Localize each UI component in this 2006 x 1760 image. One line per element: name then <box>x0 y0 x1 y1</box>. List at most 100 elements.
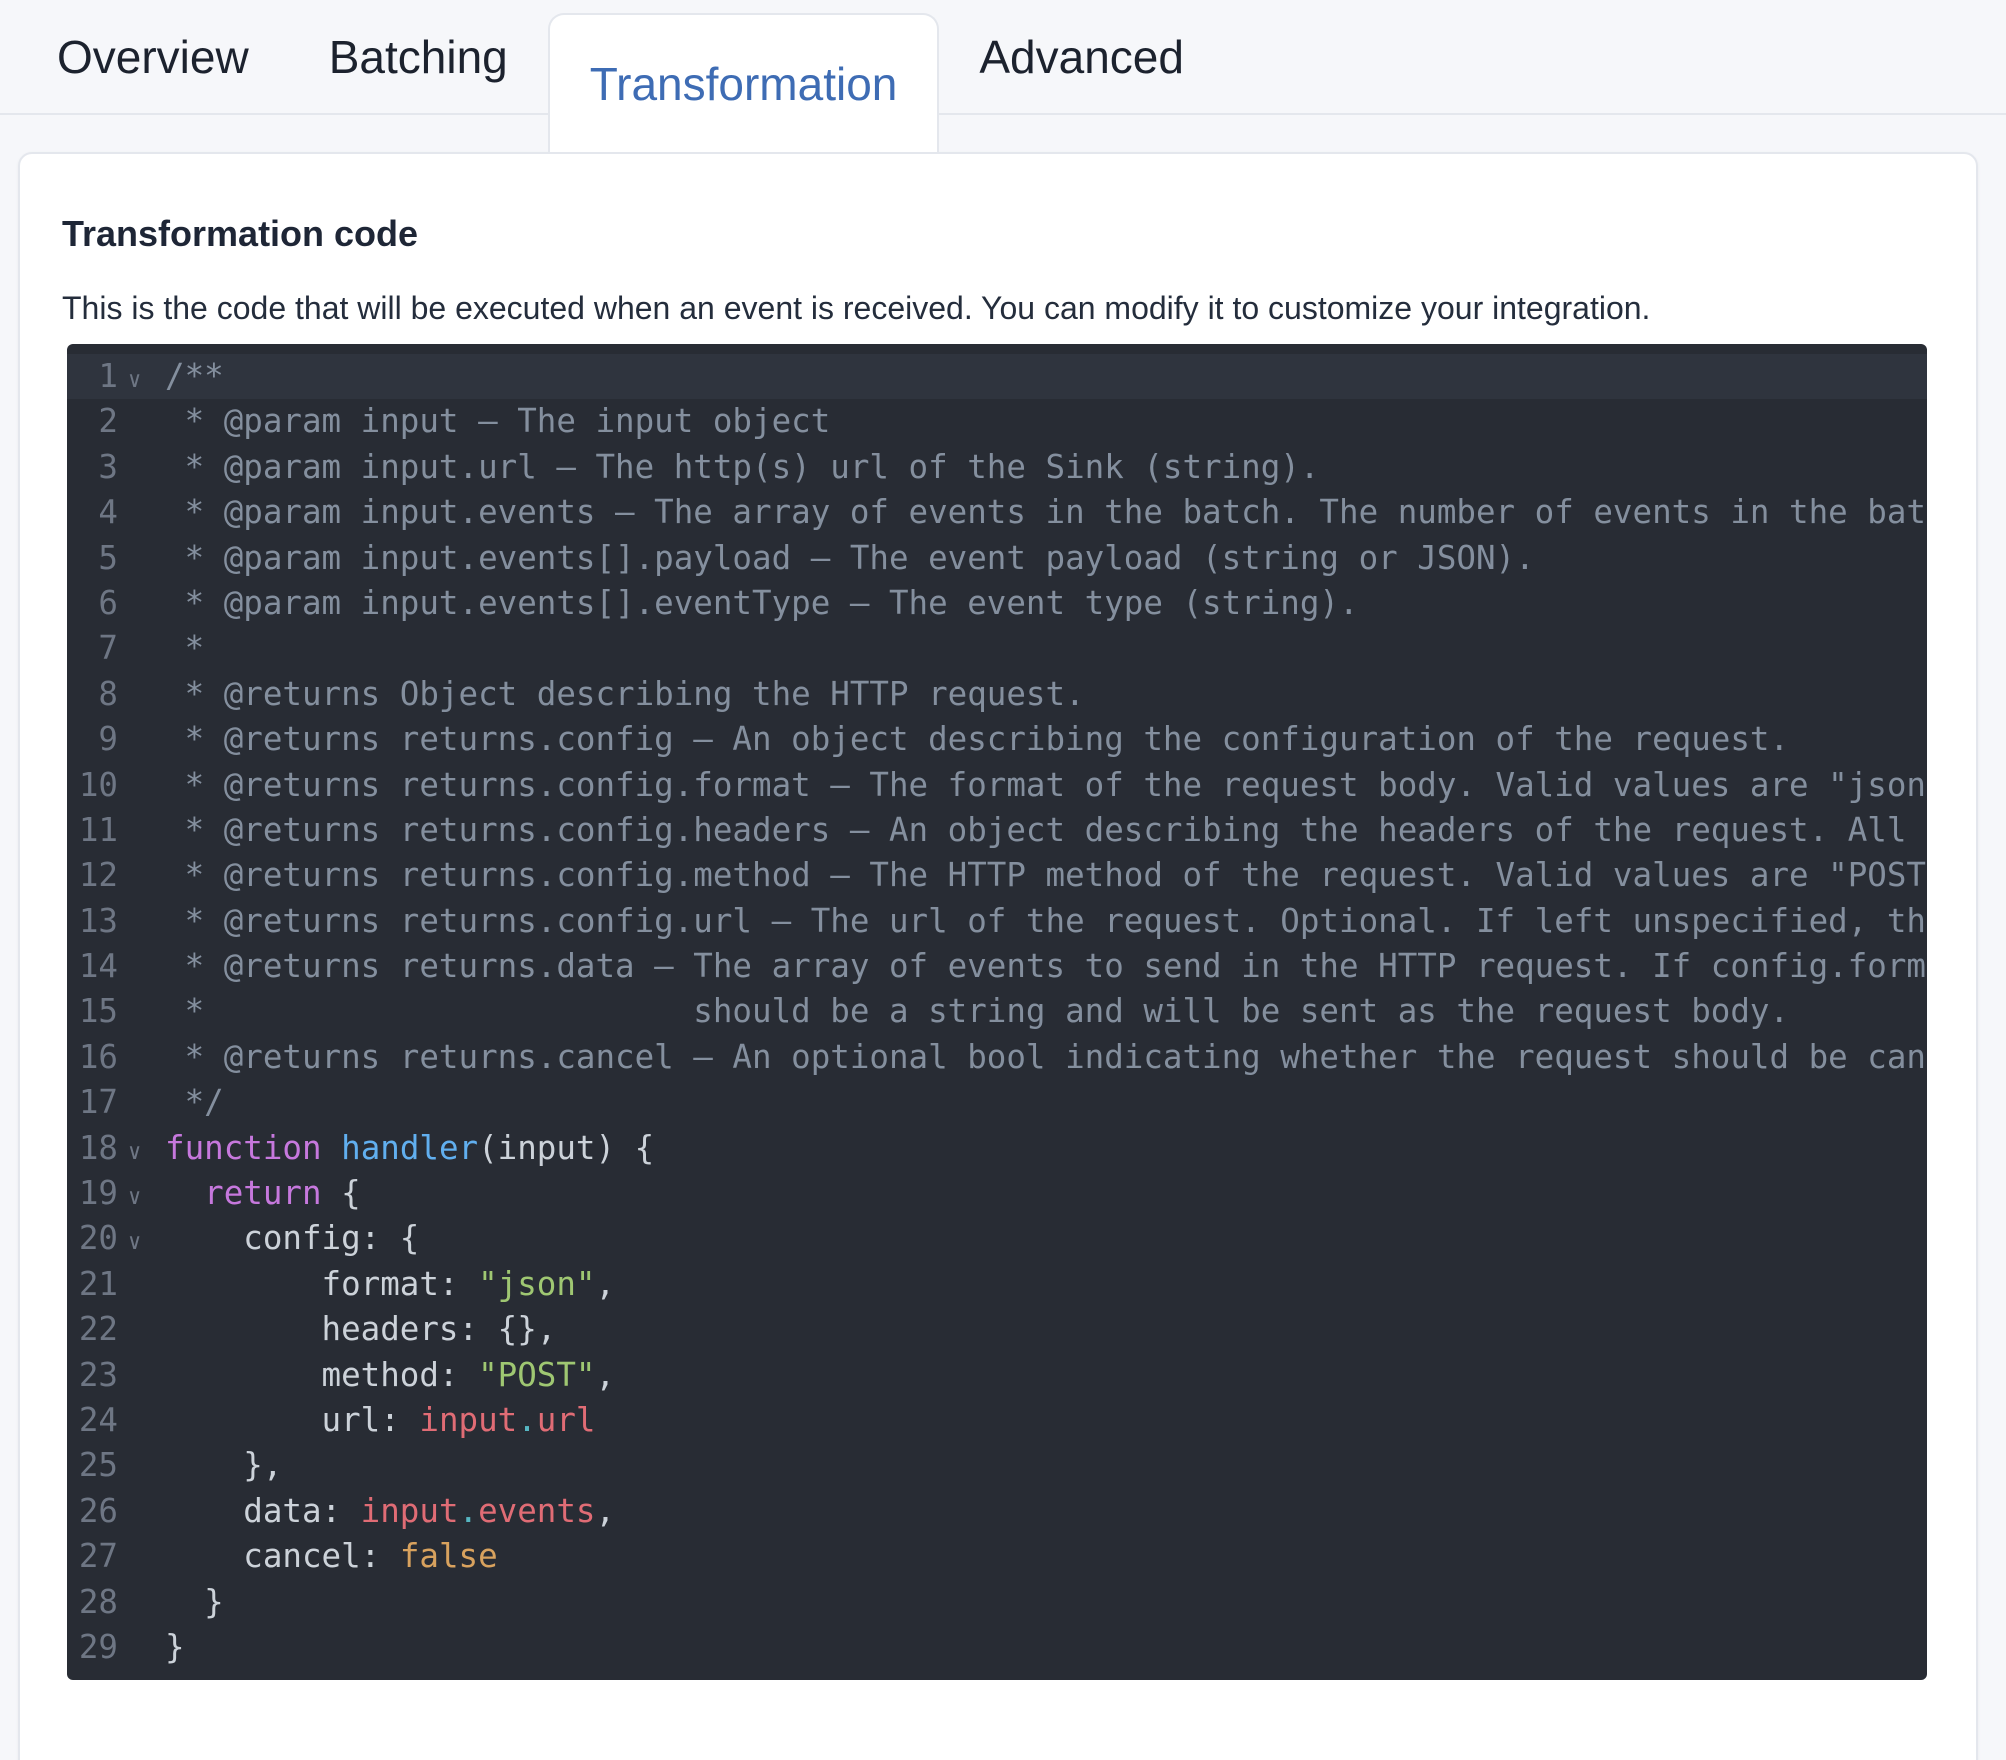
code-line[interactable]: 3 * @param input.url – The http(s) url o… <box>67 445 1927 490</box>
code-text: data: input.events, <box>165 1491 616 1530</box>
line-number: 25 <box>78 1446 118 1485</box>
line-number: 18 <box>78 1128 118 1167</box>
code-line[interactable]: 1 ∨/** <box>67 354 1927 400</box>
tab-batching[interactable]: Batching <box>289 30 548 84</box>
code-text: cancel: false <box>165 1537 498 1576</box>
line-number: 7 <box>98 629 118 668</box>
code-line[interactable]: 12 * @returns returns.config.method – Th… <box>67 853 1927 898</box>
code-line[interactable]: 21 format: "json", <box>67 1262 1927 1307</box>
code-text: */ <box>165 1083 224 1122</box>
code-line[interactable]: 26 data: input.events, <box>67 1489 1927 1534</box>
tab-transformation-label: Transformation <box>589 57 898 110</box>
line-number: 16 <box>78 1037 118 1076</box>
code-line[interactable]: 24 url: input.url <box>67 1398 1927 1443</box>
code-text: /** <box>165 357 224 395</box>
code-line[interactable]: 15 * should be a string and will be sent… <box>67 989 1927 1034</box>
tab-overview-label: Overview <box>57 30 249 83</box>
line-number: 11 <box>78 810 118 849</box>
code-text: return { <box>204 1174 361 1213</box>
code-line[interactable]: 27 cancel: false <box>67 1534 1927 1579</box>
line-number: 28 <box>78 1582 118 1621</box>
code-text: method: "POST", <box>165 1355 616 1394</box>
code-line[interactable]: 29} <box>67 1625 1927 1670</box>
code-text: * @returns returns.config.method – The H… <box>165 856 1926 895</box>
code-line[interactable]: 16 * @returns returns.cancel – An option… <box>67 1035 1927 1080</box>
code-line[interactable]: 28 } <box>67 1580 1927 1625</box>
code-line[interactable]: 5 * @param input.events[].payload – The … <box>67 536 1927 581</box>
line-number: 26 <box>78 1491 118 1530</box>
line-number: 22 <box>78 1310 118 1349</box>
line-number: 20 <box>78 1219 118 1258</box>
code-text: * <box>165 629 205 668</box>
code-lines: 1 ∨/** 2 * @param input – The input object… <box>67 354 1927 1670</box>
code-text: config: { <box>165 1219 420 1258</box>
code-text: * @returns returns.data – The array of e… <box>165 947 1926 986</box>
line-number: 1 <box>98 357 118 395</box>
code-text: * @returns Object describing the HTTP re… <box>165 674 1085 713</box>
tab-batching-label: Batching <box>328 30 508 83</box>
line-number: 21 <box>78 1264 118 1303</box>
line-number: 13 <box>78 901 118 940</box>
line-number: 12 <box>78 856 118 895</box>
code-text: url: input.url <box>165 1400 596 1439</box>
panel-description: This is the code that will be executed w… <box>62 290 1651 326</box>
tab-advanced[interactable]: Advanced <box>939 30 1224 84</box>
code-line[interactable]: 17 */ <box>67 1080 1927 1125</box>
fold-chevron-icon[interactable]: ∨ <box>118 358 165 399</box>
line-number: 14 <box>78 947 118 986</box>
code-line[interactable]: 23 method: "POST", <box>67 1353 1927 1398</box>
code-text: } <box>165 1627 185 1666</box>
code-line[interactable]: 10 * @returns returns.config.format – Th… <box>67 763 1927 808</box>
code-text: function handler(input) { <box>165 1128 655 1167</box>
code-line[interactable]: 7 * <box>67 626 1927 671</box>
line-number: 5 <box>98 538 118 577</box>
line-number: 8 <box>98 674 118 713</box>
fold-chevron-icon[interactable]: ∨ <box>118 1220 165 1261</box>
code-line[interactable]: 13 * @returns returns.config.url – The u… <box>67 899 1927 944</box>
code-line[interactable]: 9 * @returns returns.config – An object … <box>67 717 1927 762</box>
page-title: Transformation code <box>62 213 419 254</box>
code-text: * @param input.url – The http(s) url of … <box>165 447 1320 486</box>
code-line[interactable]: 18 ∨ function handler(input) { <box>67 1126 1927 1171</box>
code-line[interactable]: 25 }, <box>67 1443 1927 1488</box>
transformation-panel: Transformation code This is the code tha… <box>18 152 1978 1760</box>
line-number: 27 <box>78 1537 118 1576</box>
line-number: 2 <box>98 402 118 441</box>
fold-chevron-icon[interactable]: ∨ <box>118 1130 165 1171</box>
tab-overview[interactable]: Overview <box>17 30 289 84</box>
line-number: 3 <box>98 447 118 486</box>
code-line[interactable]: 14 * @returns returns.data – The array o… <box>67 944 1927 989</box>
code-text: * should be a string and will be sent as… <box>165 992 1790 1031</box>
line-number: 23 <box>78 1355 118 1394</box>
line-number: 15 <box>78 992 118 1031</box>
code-line[interactable]: 20 ∨ config: { <box>67 1216 1927 1261</box>
line-number: 9 <box>98 720 118 759</box>
code-line[interactable]: 11 * @returns returns.config.headers – A… <box>67 808 1927 853</box>
tab-bar: Overview Batching Transformation Advance… <box>0 0 2006 152</box>
code-text: * @param input.events – The array of eve… <box>165 493 1926 532</box>
fold-chevron-icon[interactable]: ∨ <box>118 1175 165 1216</box>
line-number: 24 <box>78 1400 118 1439</box>
code-text: * @param input.events[].payload – The ev… <box>165 538 1535 577</box>
code-text: headers: {}, <box>165 1310 557 1349</box>
code-text: * @param input – The input object <box>165 402 831 441</box>
line-number: 29 <box>78 1627 118 1666</box>
code-editor[interactable]: 1 ∨/** 2 * @param input – The input object… <box>67 344 1927 1680</box>
code-line[interactable]: 8 * @returns Object describing the HTTP … <box>67 672 1927 717</box>
tab-advanced-label: Advanced <box>979 30 1184 83</box>
code-line[interactable]: 6 * @param input.events[].eventType – Th… <box>67 581 1927 626</box>
code-line[interactable]: 4 * @param input.events – The array of e… <box>67 490 1927 535</box>
code-line[interactable]: 22 headers: {}, <box>67 1307 1927 1352</box>
line-number: 4 <box>98 493 118 532</box>
code-line[interactable]: 2 * @param input – The input object <box>67 399 1927 444</box>
code-text: * @returns returns.cancel – An optional … <box>165 1037 1926 1076</box>
tab-transformation[interactable]: Transformation <box>547 13 940 152</box>
line-number: 19 <box>78 1174 118 1213</box>
code-text: format: "json", <box>165 1264 616 1303</box>
line-number: 6 <box>98 583 118 622</box>
code-text: } <box>165 1582 224 1621</box>
code-text: * @returns returns.config.url – The url … <box>165 901 1926 940</box>
line-number: 17 <box>78 1083 118 1122</box>
code-text: * @returns returns.config – An object de… <box>165 720 1790 759</box>
code-line[interactable]: 19 ∨ return { <box>67 1171 1927 1216</box>
